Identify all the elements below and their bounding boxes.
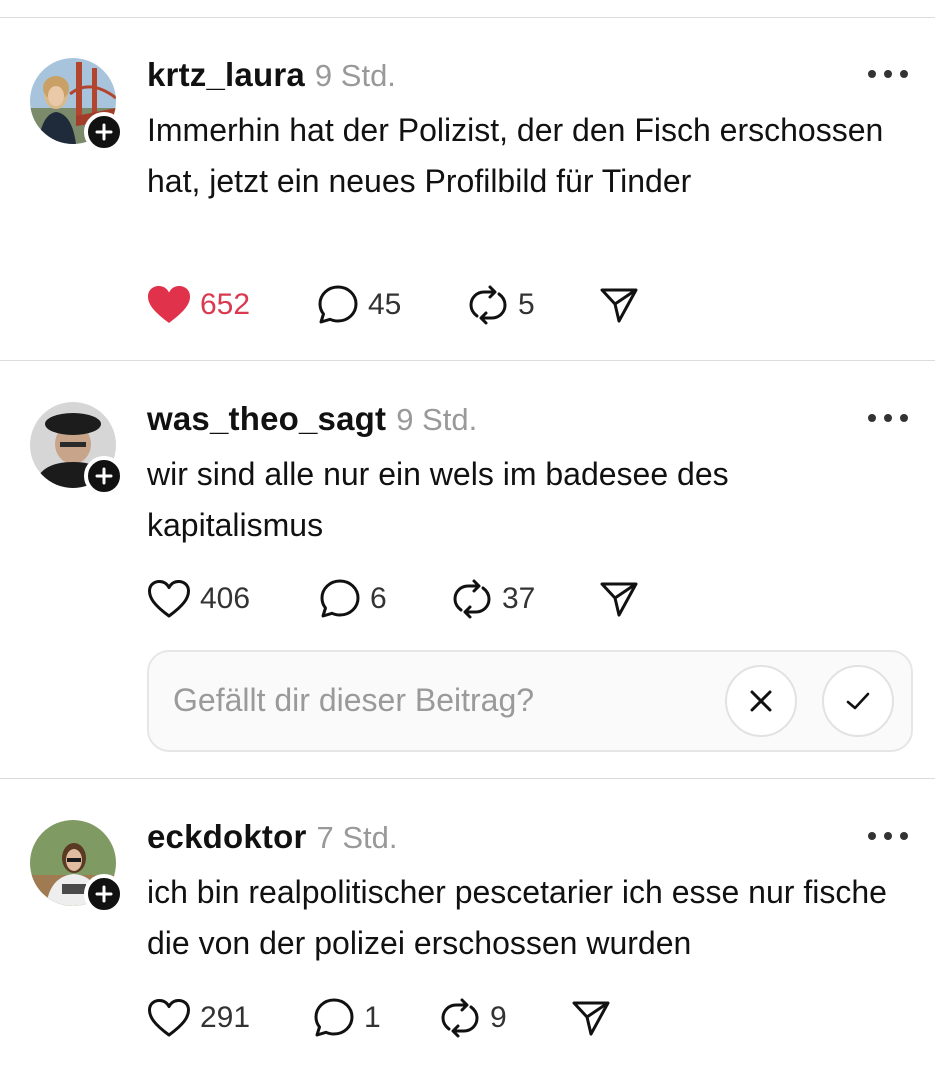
- plus-icon: [95, 123, 113, 141]
- plus-icon: [95, 467, 113, 485]
- repost-button[interactable]: 5: [467, 280, 535, 330]
- reply-count: 1: [364, 1001, 381, 1034]
- feedback-question: Gefällt dir dieser Beitrag?: [173, 682, 535, 718]
- username[interactable]: krtz_laura: [147, 56, 305, 94]
- like-count: 406: [200, 582, 251, 615]
- reply-count: 45: [368, 288, 402, 321]
- repost-count: 5: [518, 288, 535, 321]
- more-options-icon[interactable]: [868, 408, 908, 428]
- send-icon: [572, 1001, 610, 1036]
- username[interactable]: eckdoktor: [147, 818, 307, 856]
- avatar[interactable]: [30, 58, 124, 152]
- share-button[interactable]: [599, 574, 639, 624]
- repost-count: 37: [502, 582, 536, 615]
- timestamp: 7 Std.: [316, 820, 398, 855]
- post-header: was_theo_sagt 9 Std.: [147, 400, 477, 440]
- like-count: 291: [200, 1001, 251, 1034]
- post-divider: [0, 360, 935, 361]
- top-divider: [0, 17, 935, 18]
- plus-icon: [95, 885, 113, 903]
- username[interactable]: was_theo_sagt: [147, 400, 386, 438]
- timestamp: 9 Std.: [314, 58, 396, 93]
- repost-icon: [441, 998, 479, 1038]
- follow-button[interactable]: [84, 456, 124, 496]
- more-options-icon[interactable]: [868, 826, 908, 846]
- reply-button[interactable]: 1: [313, 993, 381, 1043]
- avatar[interactable]: [30, 820, 124, 914]
- repost-button[interactable]: 9: [439, 993, 507, 1043]
- check-icon: [846, 692, 870, 710]
- confirm-button[interactable]: [822, 665, 894, 737]
- post-text: Immerhin hat der Polizist, der den Fisch…: [147, 112, 884, 199]
- share-button[interactable]: [599, 280, 639, 330]
- avatar[interactable]: [30, 402, 124, 496]
- post-header: krtz_laura 9 Std.: [147, 56, 396, 96]
- repost-icon: [469, 285, 507, 325]
- repost-button[interactable]: 37: [451, 574, 535, 624]
- heart-filled-icon: [148, 286, 190, 323]
- like-count: 652: [200, 288, 251, 321]
- follow-button[interactable]: [84, 112, 124, 152]
- reply-count: 6: [370, 582, 387, 615]
- close-icon: [750, 690, 772, 712]
- post-divider: [0, 778, 935, 779]
- post-text: ich bin realpolitischer pescetarier ich …: [147, 874, 887, 961]
- send-icon: [600, 582, 638, 617]
- repost-count: 9: [490, 1001, 507, 1034]
- reply-button[interactable]: 6: [319, 574, 387, 624]
- send-icon: [600, 288, 638, 323]
- share-button[interactable]: [571, 993, 611, 1043]
- comment-icon: [318, 285, 358, 324]
- like-button[interactable]: 406: [147, 574, 250, 624]
- comment-icon: [320, 579, 360, 618]
- timestamp: 9 Std.: [396, 402, 478, 437]
- dismiss-button[interactable]: [725, 665, 797, 737]
- heart-icon: [148, 999, 190, 1037]
- heart-icon: [148, 580, 190, 618]
- feedback-prompt: Gefällt dir dieser Beitrag?: [147, 650, 913, 752]
- reply-button[interactable]: 45: [317, 280, 401, 330]
- like-button[interactable]: 652: [147, 280, 250, 330]
- like-button[interactable]: 291: [147, 993, 250, 1043]
- post-header: eckdoktor 7 Std.: [147, 818, 398, 858]
- comment-icon: [314, 998, 354, 1037]
- post-text: wir sind alle nur ein wels im badesee de…: [147, 456, 729, 543]
- repost-icon: [453, 579, 491, 619]
- more-options-icon[interactable]: [868, 64, 908, 84]
- follow-button[interactable]: [84, 874, 124, 914]
